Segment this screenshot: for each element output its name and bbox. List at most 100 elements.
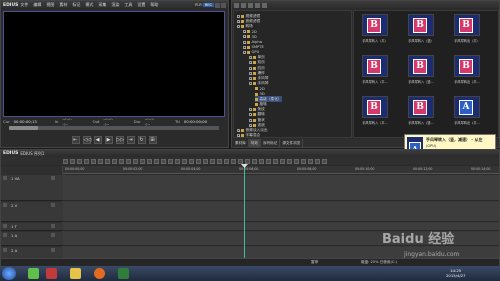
bin-tab-3[interactable]: 源文件浏览: [280, 139, 304, 147]
up-folder-icon[interactable]: [241, 2, 246, 8]
playhead-line[interactable]: [244, 166, 245, 266]
timeline-tool-icon[interactable]: [161, 158, 166, 164]
play-button[interactable]: ▶: [104, 136, 113, 144]
timeline-tool-icon[interactable]: [280, 158, 285, 164]
track-header[interactable]: 1 VA: [1, 175, 63, 201]
expand-toggle-icon[interactable]: -: [249, 82, 252, 86]
track-header[interactable]: 1 A: [1, 232, 63, 246]
go-to-end-button[interactable]: ⇥: [126, 136, 135, 144]
effect-thumbnail[interactable]: B: [408, 55, 434, 77]
effect-thumbnail[interactable]: B: [408, 96, 434, 118]
player-scrubber[interactable]: [9, 126, 219, 130]
step-back-button[interactable]: ◀: [93, 136, 102, 144]
fast-forward-button[interactable]: ▷▷: [115, 136, 124, 144]
file-explorer-icon[interactable]: [70, 268, 81, 279]
track-visibility-icon[interactable]: [51, 203, 55, 207]
menu-item-8[interactable]: 工具: [124, 2, 132, 8]
start-button[interactable]: [2, 267, 16, 280]
expand-toggle-icon[interactable]: +: [249, 113, 253, 117]
timeline-tool-icon[interactable]: [154, 158, 159, 164]
timeline-tool-icon[interactable]: [245, 158, 250, 164]
edius-taskbar-icon[interactable]: [118, 268, 129, 279]
timeline-tool-icon[interactable]: [126, 158, 131, 164]
timeline-tool-icon[interactable]: [168, 158, 173, 164]
expand-toggle-icon[interactable]: +: [243, 30, 247, 34]
expand-toggle-icon[interactable]: +: [237, 19, 241, 23]
menu-item-9[interactable]: 设置: [137, 2, 145, 8]
track-lock-icon[interactable]: [3, 176, 7, 180]
plr-label[interactable]: PLR: [195, 3, 202, 7]
menu-item-3[interactable]: 素材: [59, 2, 67, 8]
expand-toggle-icon[interactable]: +: [249, 66, 253, 70]
timeline-tool-icon[interactable]: [119, 158, 124, 164]
loop-button[interactable]: ↻: [137, 136, 146, 144]
timeline-tool-icon[interactable]: [77, 158, 82, 164]
expand-toggle-icon[interactable]: +: [249, 76, 253, 80]
timeline-tool-icon[interactable]: [105, 158, 110, 164]
menu-item-4[interactable]: 标记: [72, 2, 80, 8]
effect-thumbnail[interactable]: B: [362, 55, 388, 77]
view-icon[interactable]: [248, 2, 253, 8]
timeline-tool-icon[interactable]: [308, 158, 313, 164]
menu-item-1[interactable]: 编辑: [33, 2, 41, 8]
bin-tab-2[interactable]: 序列标记: [261, 139, 281, 147]
menu-item-5[interactable]: 模式: [85, 2, 93, 8]
track-lane[interactable]: [63, 202, 499, 222]
track-header[interactable]: 2 V: [1, 202, 63, 222]
effect-thumbnail[interactable]: B: [362, 14, 388, 36]
timeline-tool-icon[interactable]: [273, 158, 278, 164]
minimize-button[interactable]: [215, 2, 220, 8]
maximize-button[interactable]: [221, 2, 226, 8]
timeline-tool-icon[interactable]: [224, 158, 229, 164]
track-lock-icon[interactable]: [3, 224, 7, 228]
expand-toggle-icon[interactable]: -: [237, 14, 240, 18]
timeline-tool-icon[interactable]: [315, 158, 320, 164]
folder-icon[interactable]: [234, 2, 239, 8]
effect-thumbnail[interactable]: B: [362, 96, 388, 118]
expand-toggle-icon[interactable]: +: [237, 128, 241, 132]
timeline-tool-icon[interactable]: [301, 158, 306, 164]
timeline-tool-icon[interactable]: [210, 158, 215, 164]
preview-monitor[interactable]: [3, 11, 225, 117]
expand-toggle-icon[interactable]: +: [249, 108, 253, 112]
menu-item-10[interactable]: 帮助: [150, 2, 158, 8]
timeline-tool-icon[interactable]: [266, 158, 271, 164]
expand-toggle-icon[interactable]: -: [243, 50, 246, 54]
expand-toggle-icon[interactable]: +: [249, 71, 253, 75]
expand-toggle-icon[interactable]: -: [237, 24, 240, 28]
track-visibility-icon[interactable]: [51, 233, 55, 237]
menu-item-6[interactable]: 采集: [98, 2, 106, 8]
track-visibility-icon[interactable]: [51, 224, 55, 228]
track-lock-icon[interactable]: [3, 203, 7, 207]
timeline-tool-icon[interactable]: [84, 158, 89, 164]
timeline-tool-icon[interactable]: [217, 158, 222, 164]
timeline-tool-icon[interactable]: [196, 158, 201, 164]
timeline-tool-icon[interactable]: [112, 158, 117, 164]
timeline-tool-icon[interactable]: [322, 158, 327, 164]
tree-item[interactable]: + 字幕混合: [237, 133, 260, 137]
tray-clock[interactable]: 14:25 2015/4/27: [446, 268, 465, 278]
expand-toggle-icon[interactable]: +: [243, 35, 247, 39]
expand-toggle-icon[interactable]: +: [249, 123, 253, 127]
timeline-tool-icon[interactable]: [133, 158, 138, 164]
effect-thumbnail[interactable]: B: [408, 14, 434, 36]
track-header[interactable]: 1 T: [1, 223, 63, 231]
menu-item-7[interactable]: 渲染: [111, 2, 119, 8]
track-visibility-icon[interactable]: [51, 176, 55, 180]
timeline-tool-icon[interactable]: [63, 158, 68, 164]
bin-tab-0[interactable]: 素材库: [233, 139, 249, 147]
sequence-tab[interactable]: EDIUS 序列1: [20, 151, 44, 157]
track-lock-icon[interactable]: [3, 248, 7, 252]
menu-item-0[interactable]: 文件: [20, 2, 28, 8]
timeline-tool-icon[interactable]: [259, 158, 264, 164]
timeline-tool-icon[interactable]: [203, 158, 208, 164]
expand-toggle-icon[interactable]: +: [243, 40, 247, 44]
timeline-tool-icon[interactable]: [182, 158, 187, 164]
firefox-icon[interactable]: [94, 268, 105, 279]
track-lock-icon[interactable]: [3, 233, 7, 237]
track-visibility-icon[interactable]: [51, 248, 55, 252]
effect-thumbnail[interactable]: A: [454, 96, 480, 118]
timeline-ruler[interactable]: 00:00:00;00 00:00:02;00 00:00:04;00 00:00:0…: [63, 166, 499, 174]
timeline-tool-icon[interactable]: [231, 158, 236, 164]
bin-tab-1[interactable]: 特效: [248, 139, 261, 147]
